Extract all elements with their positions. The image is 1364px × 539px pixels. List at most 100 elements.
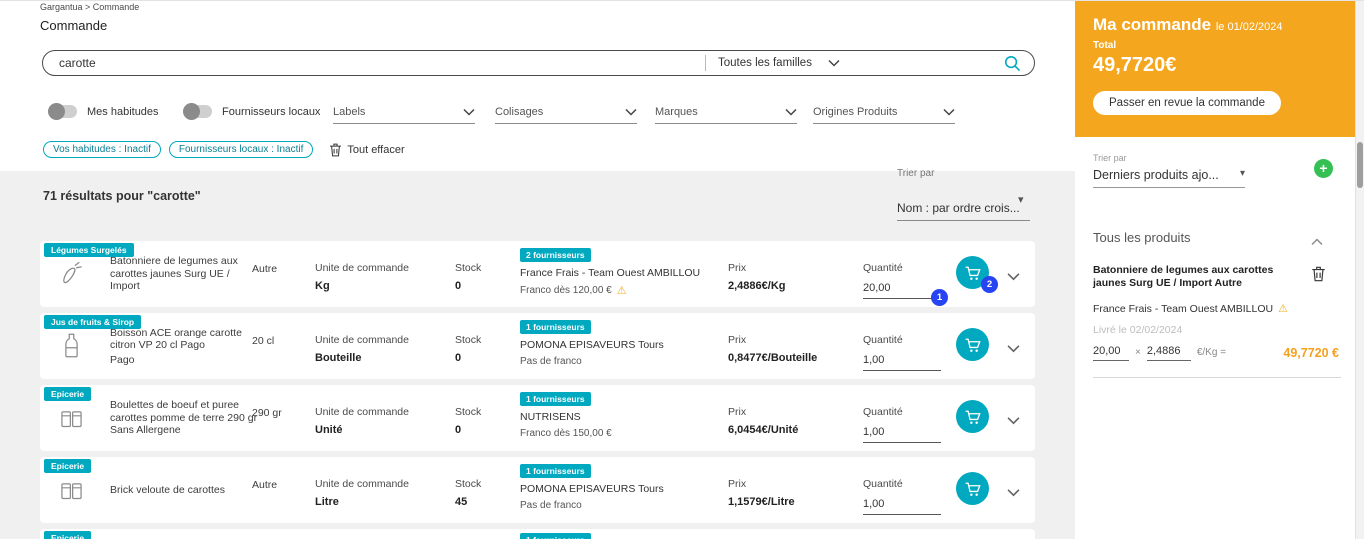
quantity-input[interactable] — [863, 280, 941, 299]
search-bar: Toutes les familles — [42, 50, 1035, 76]
add-to-cart-button[interactable] — [956, 328, 989, 361]
search-icon[interactable] — [1003, 54, 1034, 73]
product-name: Brick veloute de carottes — [110, 483, 225, 496]
expand-row-chevron-icon[interactable] — [1007, 268, 1020, 286]
chevron-down-icon — [463, 108, 475, 116]
stock-value: 0 — [455, 280, 462, 292]
cart-icon — [965, 338, 981, 352]
franco-info: Franco dès 120,00 € ⚠ — [520, 284, 728, 297]
franco-text: Pas de franco — [520, 500, 582, 511]
cart-line-total: 49,7720 € — [1283, 346, 1339, 360]
chip-fournisseurs-locaux[interactable]: Fournisseurs locaux : Inactif — [168, 141, 314, 158]
quantity-input[interactable] — [863, 496, 941, 515]
cart-quantity-input[interactable] — [1093, 344, 1129, 361]
filter-labels[interactable]: Labels — [333, 100, 475, 124]
quantity-label: Quantité — [863, 262, 903, 274]
chip-vos-habitudes[interactable]: Vos habitudes : Inactif — [43, 141, 161, 158]
cart-section-title[interactable]: Tous les produits — [1093, 230, 1191, 245]
supplier-name: France Frais - Team Ouest AMBILLOU — [520, 267, 701, 279]
cart-sort-value: Derniers produits ajo... — [1093, 168, 1219, 182]
supplier-block: 1 fournisseurs NUTRISENS Franco dès 150,… — [520, 389, 728, 439]
breadcrumb[interactable]: Gargantua > Commande — [40, 2, 139, 12]
filter-marques[interactable]: Marques — [655, 100, 797, 124]
price-label: Prix — [728, 334, 747, 346]
page-scrollbar[interactable] — [1355, 1, 1364, 539]
franco-text: Pas de franco — [520, 356, 582, 367]
suppliers-count-badge: 1 fournisseurs — [520, 533, 591, 539]
family-filter-dropdown[interactable]: Toutes les familles — [705, 55, 852, 71]
price-value: 6,0454€/Unité — [728, 424, 799, 436]
cart-sort-label: Trier par — [1093, 153, 1127, 163]
franco-info: Franco dès 150,00 € — [520, 428, 728, 439]
remove-item-trash-icon[interactable] — [1311, 266, 1326, 287]
family-filter-value: Toutes les familles — [718, 57, 812, 69]
supplier-block: 1 fournisseurs POMONA EPISAVEURS Tours P… — [520, 317, 728, 367]
warning-icon: ⚠ — [616, 285, 627, 297]
price-label: Prix — [728, 262, 747, 274]
cart-icon — [965, 482, 981, 496]
franco-text: Franco dès 120,00 € — [520, 285, 612, 296]
clear-all-filters-button[interactable]: Tout effacer — [329, 143, 405, 157]
search-input[interactable] — [43, 56, 705, 70]
unit-label: Unite de commande — [315, 406, 409, 418]
product-image-cans-icon — [58, 476, 85, 503]
unit-value: Unité — [315, 424, 343, 436]
product-image-carrot-icon — [58, 260, 85, 287]
add-to-cart-button[interactable]: 2 — [956, 256, 998, 293]
toggle-switch[interactable] — [183, 103, 212, 120]
franco-text: Franco dès 150,00 € — [520, 428, 612, 439]
filter-label: Marques — [655, 105, 698, 118]
product-row: Epicerie Brick veloute de carottes Autre… — [40, 457, 1035, 523]
filter-origines-produits[interactable]: Origines Produits — [813, 100, 955, 124]
review-order-button[interactable]: Passer en revue la commande — [1093, 91, 1281, 115]
franco-info: Pas de franco — [520, 500, 728, 511]
toggle-mes-habitudes[interactable]: Mes habitudes — [48, 103, 159, 120]
expand-row-chevron-icon[interactable] — [1007, 484, 1020, 502]
product-row: Légumes Surgelés Batonniere de legumes a… — [40, 241, 1035, 307]
quantity-input[interactable] — [863, 352, 941, 371]
unit-label: Unite de commande — [315, 478, 409, 490]
scrollbar-thumb[interactable] — [1357, 142, 1363, 188]
chevron-up-icon[interactable] — [1311, 233, 1323, 251]
price-value: 2,4886€/Kg — [728, 280, 786, 292]
cart-sort-dropdown[interactable]: Derniers produits ajo... ▾ — [1093, 168, 1245, 188]
cart-item-name: Batonniere de legumes aux carottes jaune… — [1093, 264, 1274, 289]
cart-sidebar: Ma commande le 01/02/2024 Total 49,7720€… — [1075, 1, 1355, 539]
cart-title-text: Ma commande — [1093, 15, 1212, 34]
product-image-bottle-icon — [58, 332, 85, 359]
price-value: 1,1579€/Litre — [728, 496, 795, 508]
filter-label: Labels — [333, 105, 366, 118]
expand-row-chevron-icon[interactable] — [1007, 412, 1020, 430]
sort-dropdown[interactable]: Nom : par ordre crois... — [897, 201, 1030, 221]
product-variant: Autre — [252, 479, 278, 491]
caret-down-icon[interactable]: ▾ — [1018, 193, 1024, 206]
toggle-switch[interactable] — [48, 103, 77, 120]
expand-row-chevron-icon[interactable] — [1007, 340, 1020, 358]
product-name: Boisson ACE orange carotte citron VP 20 … — [110, 326, 242, 352]
cart-item-quantity-row: × €/Kg = 49,7720 € — [1093, 344, 1339, 361]
add-product-button[interactable]: + — [1314, 159, 1333, 178]
page-title: Commande — [40, 18, 108, 33]
stock-value: 45 — [455, 496, 468, 508]
supplier-name: NUTRISENS — [520, 411, 581, 423]
cart-unit-price-input[interactable] — [1146, 344, 1191, 361]
category-badge: Epicerie — [44, 459, 92, 473]
cart-notification-badge: 2 — [981, 276, 998, 293]
product-row: Epicerie Boulettes de boeuf et puree car… — [40, 385, 1035, 451]
chevron-down-icon — [785, 108, 797, 116]
stock-value: 0 — [455, 352, 462, 364]
product-variant: Autre — [252, 263, 278, 275]
price-label: Prix — [728, 478, 747, 490]
unit-value: Litre — [315, 496, 339, 508]
quantity-input[interactable] — [863, 424, 941, 443]
product-name: Boulettes de boeuf et puree carottes pom… — [110, 399, 258, 437]
toggle-fournisseurs-locaux[interactable]: Fournisseurs locaux — [183, 103, 320, 120]
quantity-label: Quantité — [863, 406, 903, 418]
price-value: 0,8477€/Bouteille — [728, 352, 818, 364]
add-to-cart-button[interactable] — [956, 472, 989, 505]
unit-suffix: €/Kg = — [1196, 347, 1227, 358]
filter-colisages[interactable]: Colisages — [495, 100, 637, 124]
stock-label: Stock — [455, 478, 482, 490]
cart-icon — [965, 266, 981, 280]
add-to-cart-button[interactable] — [956, 400, 989, 433]
